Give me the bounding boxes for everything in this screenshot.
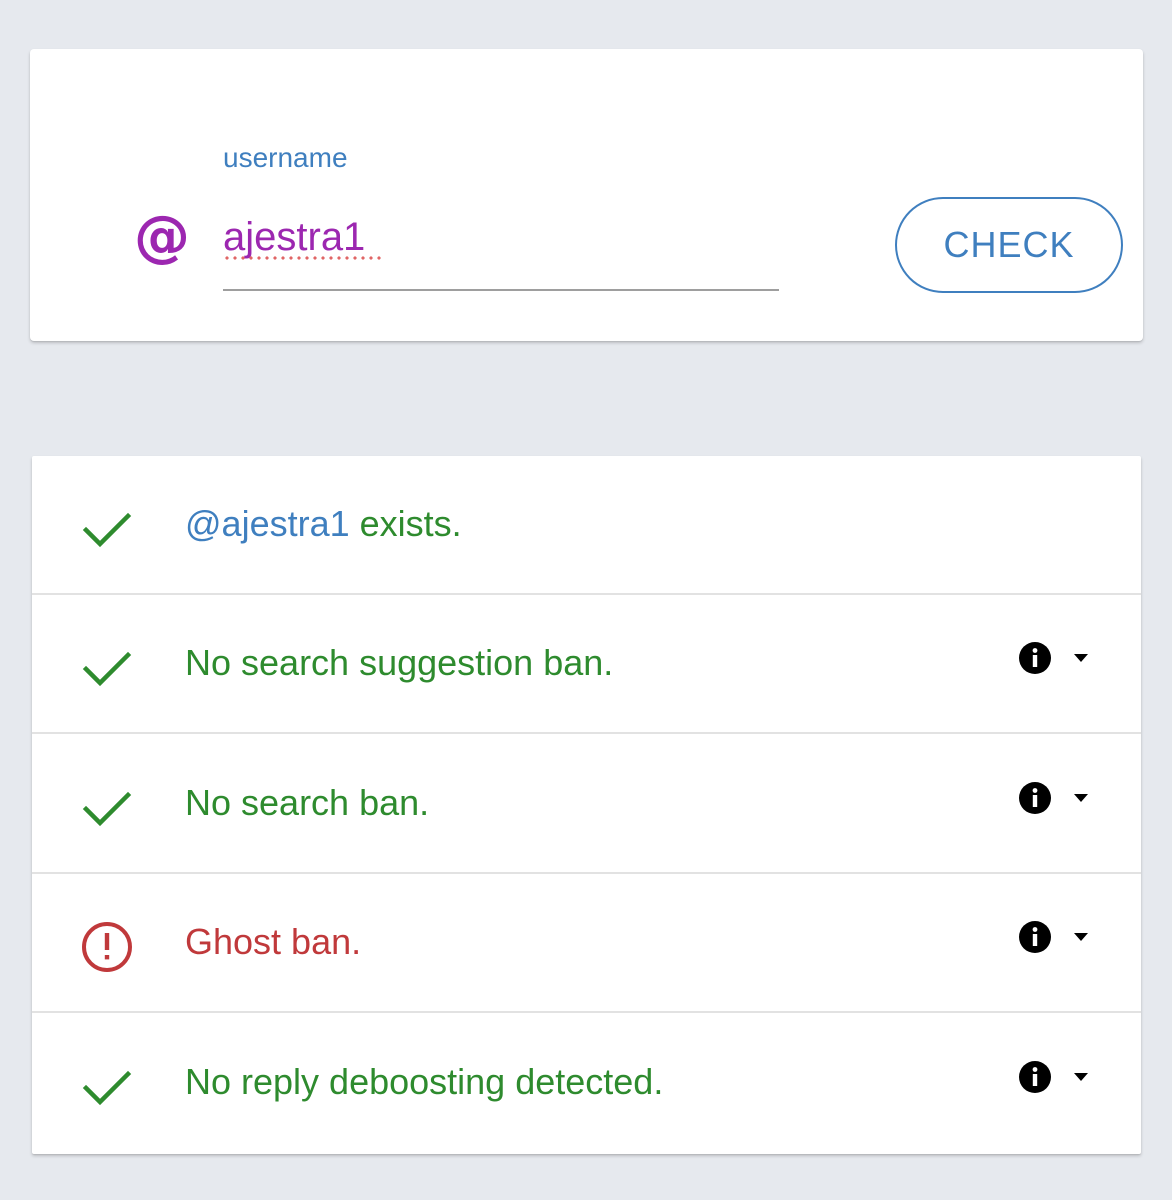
info-icon[interactable] xyxy=(1018,920,1052,954)
result-text: No search ban. xyxy=(185,782,430,823)
caret-down-icon[interactable] xyxy=(1072,932,1090,942)
caret-down-icon[interactable] xyxy=(1072,1072,1090,1082)
input-underline xyxy=(223,289,779,291)
result-row-exists: @ajestra1 exists. xyxy=(32,456,1141,595)
spellcheck-underline xyxy=(223,255,381,261)
info-icon[interactable] xyxy=(1018,781,1052,815)
alert-circle-icon xyxy=(82,922,132,972)
result-text: No reply deboosting detected. xyxy=(185,1061,664,1102)
caret-down-icon[interactable] xyxy=(1072,653,1090,663)
result-row-ghost-ban: Ghost ban. xyxy=(32,874,1141,1013)
result-row-search-ban: No search ban. xyxy=(32,735,1141,874)
info-icon[interactable] xyxy=(1018,641,1052,675)
caret-down-icon[interactable] xyxy=(1072,793,1090,803)
result-text-suffix: exists. xyxy=(349,503,462,544)
username-handle-link[interactable]: @ajestra1 xyxy=(185,503,350,544)
info-icon[interactable] xyxy=(1018,1060,1052,1094)
check-icon xyxy=(82,791,132,827)
at-sign-icon: @ xyxy=(134,204,190,269)
result-text: No search suggestion ban. xyxy=(185,642,614,683)
check-button[interactable]: CHECK xyxy=(895,197,1123,293)
result-text: Ghost ban. xyxy=(185,921,362,962)
check-icon xyxy=(82,651,132,687)
results-list: @ajestra1 exists. No search suggestion b… xyxy=(32,456,1141,1154)
result-text: @ajestra1 exists. xyxy=(185,500,462,548)
check-icon xyxy=(82,512,132,548)
check-icon xyxy=(82,1070,132,1106)
result-row-search-suggestion-ban: No search suggestion ban. xyxy=(32,595,1141,734)
username-label: username xyxy=(223,142,348,173)
username-search-card: @ username CHECK xyxy=(30,49,1143,341)
result-row-reply-deboosting: No reply deboosting detected. xyxy=(32,1014,1141,1153)
